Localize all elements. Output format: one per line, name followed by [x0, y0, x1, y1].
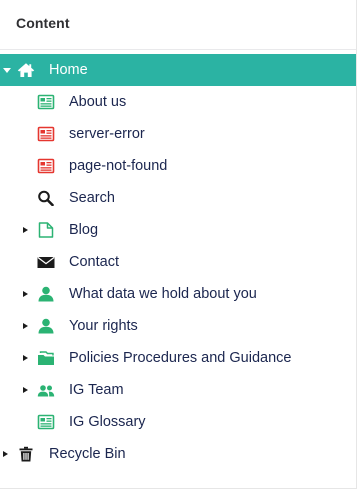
- tree-item-blog[interactable]: Blog: [0, 214, 356, 246]
- users-icon: [37, 385, 55, 397]
- envelope-icon: [37, 256, 55, 268]
- caret-right-icon[interactable]: [23, 323, 28, 329]
- tree-item-label: Search: [69, 190, 115, 206]
- tree-item-recycle-bin[interactable]: Recycle Bin: [0, 438, 356, 470]
- error-page-icon: [37, 158, 55, 174]
- caret-right-icon[interactable]: [23, 291, 28, 297]
- header-divider: [0, 49, 356, 50]
- tree-item-ig-glossary[interactable]: IG Glossary: [0, 406, 356, 438]
- page-icon: [37, 94, 55, 110]
- tree-item-label: Policies Procedures and Guidance: [69, 350, 292, 366]
- document-icon: [38, 222, 54, 238]
- tree-item-policies[interactable]: Policies Procedures and Guidance: [0, 342, 356, 374]
- tree-item-label: Contact: [69, 254, 119, 270]
- tree-item-server-error[interactable]: server-error: [0, 118, 356, 150]
- tree-item-label: Your rights: [69, 318, 138, 334]
- tree-item-label: Blog: [69, 222, 99, 238]
- caret-right-icon[interactable]: [23, 387, 28, 393]
- panel-title: Content: [16, 15, 70, 31]
- tree-item-page-not-found[interactable]: page-not-found: [0, 150, 356, 182]
- content-tree-panel: Content Home About us server-error page-…: [0, 0, 357, 489]
- tree-item-ig-team[interactable]: IG Team: [0, 374, 356, 406]
- tree-item-contact[interactable]: Contact: [0, 246, 356, 278]
- caret-right-icon[interactable]: [3, 451, 8, 457]
- tree-item-label: IG Team: [69, 382, 124, 398]
- home-icon: [17, 63, 35, 77]
- tree-item-your-rights[interactable]: Your rights: [0, 310, 356, 342]
- tree-item-search[interactable]: Search: [0, 182, 356, 214]
- tree-item-home[interactable]: Home: [0, 54, 356, 86]
- caret-down-icon[interactable]: [3, 68, 11, 73]
- caret-right-icon[interactable]: [23, 355, 28, 361]
- search-icon: [38, 190, 54, 206]
- trash-icon: [19, 446, 33, 462]
- tree-item-label: server-error: [69, 126, 145, 142]
- page-icon: [37, 414, 55, 430]
- tree-item-what-data-we-hold[interactable]: What data we hold about you: [0, 278, 356, 310]
- tree-item-label: What data we hold about you: [69, 286, 257, 302]
- tree-item-about-us[interactable]: About us: [0, 86, 356, 118]
- tree-item-label: Recycle Bin: [49, 446, 126, 462]
- user-icon: [38, 318, 54, 334]
- user-icon: [38, 286, 54, 302]
- caret-right-icon[interactable]: [23, 227, 28, 233]
- tree-item-label: page-not-found: [69, 158, 168, 174]
- error-page-icon: [37, 126, 55, 142]
- tree-item-label: IG Glossary: [69, 414, 146, 430]
- tree-item-label: About us: [69, 94, 127, 110]
- tree-item-label: Home: [49, 62, 88, 78]
- folder-icon: [38, 351, 54, 365]
